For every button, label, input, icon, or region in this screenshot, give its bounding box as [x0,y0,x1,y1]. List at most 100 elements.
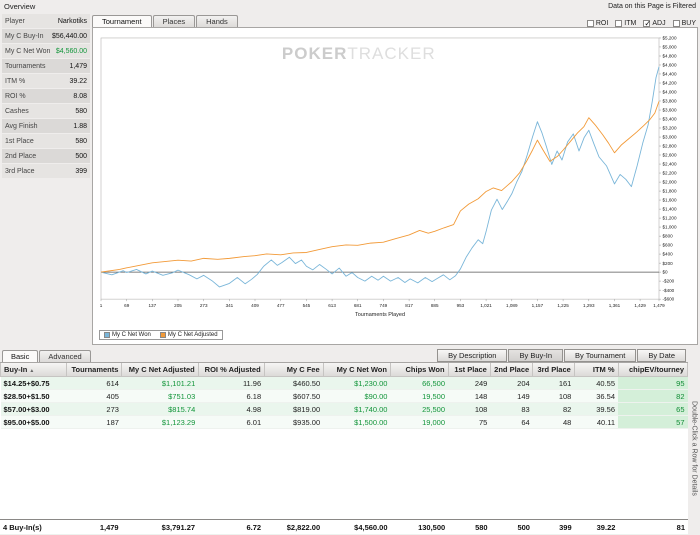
x-tick-label: 137 [148,303,156,308]
legend-item-my-c-net-won: My C Net Won [104,332,151,338]
group-by-buttons: By Description By Buy-In By Tournament By D… [436,349,698,362]
col-header-label: Tournaments [71,365,119,374]
overview-sidebar: Player Narkotiks My C Buy-In $56,440.00 My C… [2,14,90,179]
button-by-buy-in[interactable]: By Buy-In [508,349,563,362]
total-2nd-place: 500 [490,519,533,535]
totals-table: 4 Buy-In(s) 1,479 $3,791.27 6.72 $2,822.00 $4… [0,519,688,535]
y-tick-label: -$200 [663,279,675,284]
tab-hands[interactable]: Hands [196,15,238,27]
col-header-chips-won[interactable]: Chips Won [389,363,449,377]
checkbox-roi[interactable] [586,20,594,27]
cell-my-c-net-adjusted: $815.74 [121,402,199,416]
col-header-itm[interactable]: ITM % [573,363,619,377]
col-header-my-c-net-adjusted[interactable]: My C Net Adjusted [121,363,199,377]
stat-value: 8.08 [73,92,87,100]
cell-roi-adjusted: 4.98 [198,402,265,416]
cell-my-c-net-won: $1,740.00 [323,402,391,416]
bottom-tabs: Basic Advanced [2,350,92,362]
cell-my-c-net-won: $1,230.00 [323,376,391,390]
x-tick-label: 1,479 [653,303,665,308]
cell-itm: 36.54 [574,389,619,403]
button-by-date[interactable]: By Date [637,349,686,362]
x-tick-label: 1,429 [634,303,646,308]
x-tick-label: 1,225 [557,303,569,308]
x-tick-label: 477 [277,303,285,308]
total-tournaments: 1,479 [66,519,122,535]
tab-basic[interactable]: Basic [2,350,39,362]
table-row[interactable]: $14.25+$0.75 614 $1,101.21 11.96 $460.50 $1,2… [0,376,688,390]
cell-buy-in: $14.25+$0.75 [0,376,67,390]
cell-chipev-tourney: 57 [618,415,688,429]
x-tick-label: 885 [431,303,439,308]
legend-item-my-c-net-adjusted: My C Net Adjusted [159,332,218,338]
col-header-1st-place[interactable]: 1st Place [447,363,491,377]
stat-value: $56,440.00 [51,32,87,40]
col-header-label: My C Fee [286,365,320,374]
sidebar-stat-itm: ITM % 39.22 [2,74,90,88]
checkbox-adj[interactable] [643,19,651,28]
total-my-c-net-won: $4,560.00 [323,519,391,535]
table-row[interactable]: $28.50+$1.50 405 $751.03 6.18 $607.50 $90.00 1… [0,389,688,403]
x-tick-label: 1,089 [506,303,518,308]
x-tick-label: 1 [100,303,103,308]
checkbox-label: ROI [595,20,609,27]
table-row[interactable]: $57.00+$3.00 273 $815.74 4.98 $819.00 $1,740.… [0,402,688,416]
y-tick-label: $3,800 [663,99,677,104]
cell-chips-won: 19,500 [390,389,449,403]
cell-my-c-net-adjusted: $751.03 [121,389,199,403]
button-by-description[interactable]: By Description [437,349,508,362]
col-header-buy-in[interactable]: Buy-In ▲ [0,363,67,377]
stat-label: Avg Finish [5,122,38,130]
x-tick-label: 1,157 [532,303,544,308]
stat-label: Player [5,17,25,25]
y-tick-label: $4,000 [663,90,677,95]
bottom-tab-row: Basic Advanced By Description By Buy-In By … [0,348,700,362]
pokertracker-window: Overview Data on this Page is Filtered P… [0,0,700,535]
cell-roi-adjusted: 6.01 [198,415,265,429]
cell-my-c-net-won: $1,500.00 [323,415,391,429]
col-header-roi-adjusted[interactable]: ROI % Adjusted [197,363,265,377]
checkbox-itm[interactable] [615,20,623,27]
y-tick-label: $3,000 [663,135,677,140]
x-tick-label: 1,021 [480,303,492,308]
bottom-section: Basic Advanced By Description By Buy-In By … [0,348,700,535]
checkbox-buy[interactable] [672,20,680,27]
sidebar-stat-cashes: Cashes 580 [2,104,90,118]
cell-3rd-place: 108 [532,389,575,403]
button-by-tournament[interactable]: By Tournament [564,349,637,362]
col-header-chipev-tourney[interactable]: chipEV/tourney [617,363,689,377]
cell-my-c-fee: $460.50 [264,376,324,390]
filter-roi[interactable]: ROI [586,20,609,27]
x-tick-label: 1,361 [609,303,621,308]
stat-label: 1st Place [5,137,34,145]
filter-adj[interactable]: ADJ [643,19,666,28]
cell-itm: 39.56 [574,402,619,416]
col-header-3rd-place[interactable]: 3rd Place [532,363,575,377]
sidebar-stat-2nd-place: 2nd Place 500 [2,149,90,163]
sidebar-stat-my-c-net-won: My C Net Won $4,560.00 [2,44,90,58]
table-row[interactable]: $95.00+$5.00 187 $1,123.29 6.01 $935.00 $1,50… [0,415,688,429]
tab-advanced[interactable]: Advanced [39,350,91,362]
filter-itm[interactable]: ITM [615,20,636,27]
x-axis-title: Tournaments Played [355,312,405,318]
y-tick-label: $400 [663,252,674,257]
y-tick-label: $1,800 [663,189,677,194]
stat-label: My C Net Won [5,47,51,55]
col-header-2nd-place[interactable]: 2nd Place [489,363,534,377]
y-tick-label: $3,600 [663,108,677,113]
tab-places[interactable]: Places [152,15,196,27]
y-tick-label: $200 [663,261,674,266]
col-header-tournaments[interactable]: Tournaments [65,363,123,377]
filter-buy[interactable]: BUY [672,20,696,27]
col-header-my-c-net-won[interactable]: My C Net Won [322,363,391,377]
chart-panel: TournamentPlacesHands ROI ITM ADJ BUY $5,20… [92,12,698,345]
col-header-my-c-fee[interactable]: My C Fee [263,363,324,377]
y-tick-label: $5,200 [663,36,677,41]
checkbox-label: BUY [681,20,696,27]
x-tick-label: 205 [174,303,182,308]
cell-3rd-place: 48 [532,415,575,429]
cell-buy-in: $28.50+$1.50 [0,389,67,403]
cell-chipev-tourney: 82 [618,389,688,403]
y-tick-label: $1,200 [663,216,677,221]
tab-tournament[interactable]: Tournament [92,15,152,27]
